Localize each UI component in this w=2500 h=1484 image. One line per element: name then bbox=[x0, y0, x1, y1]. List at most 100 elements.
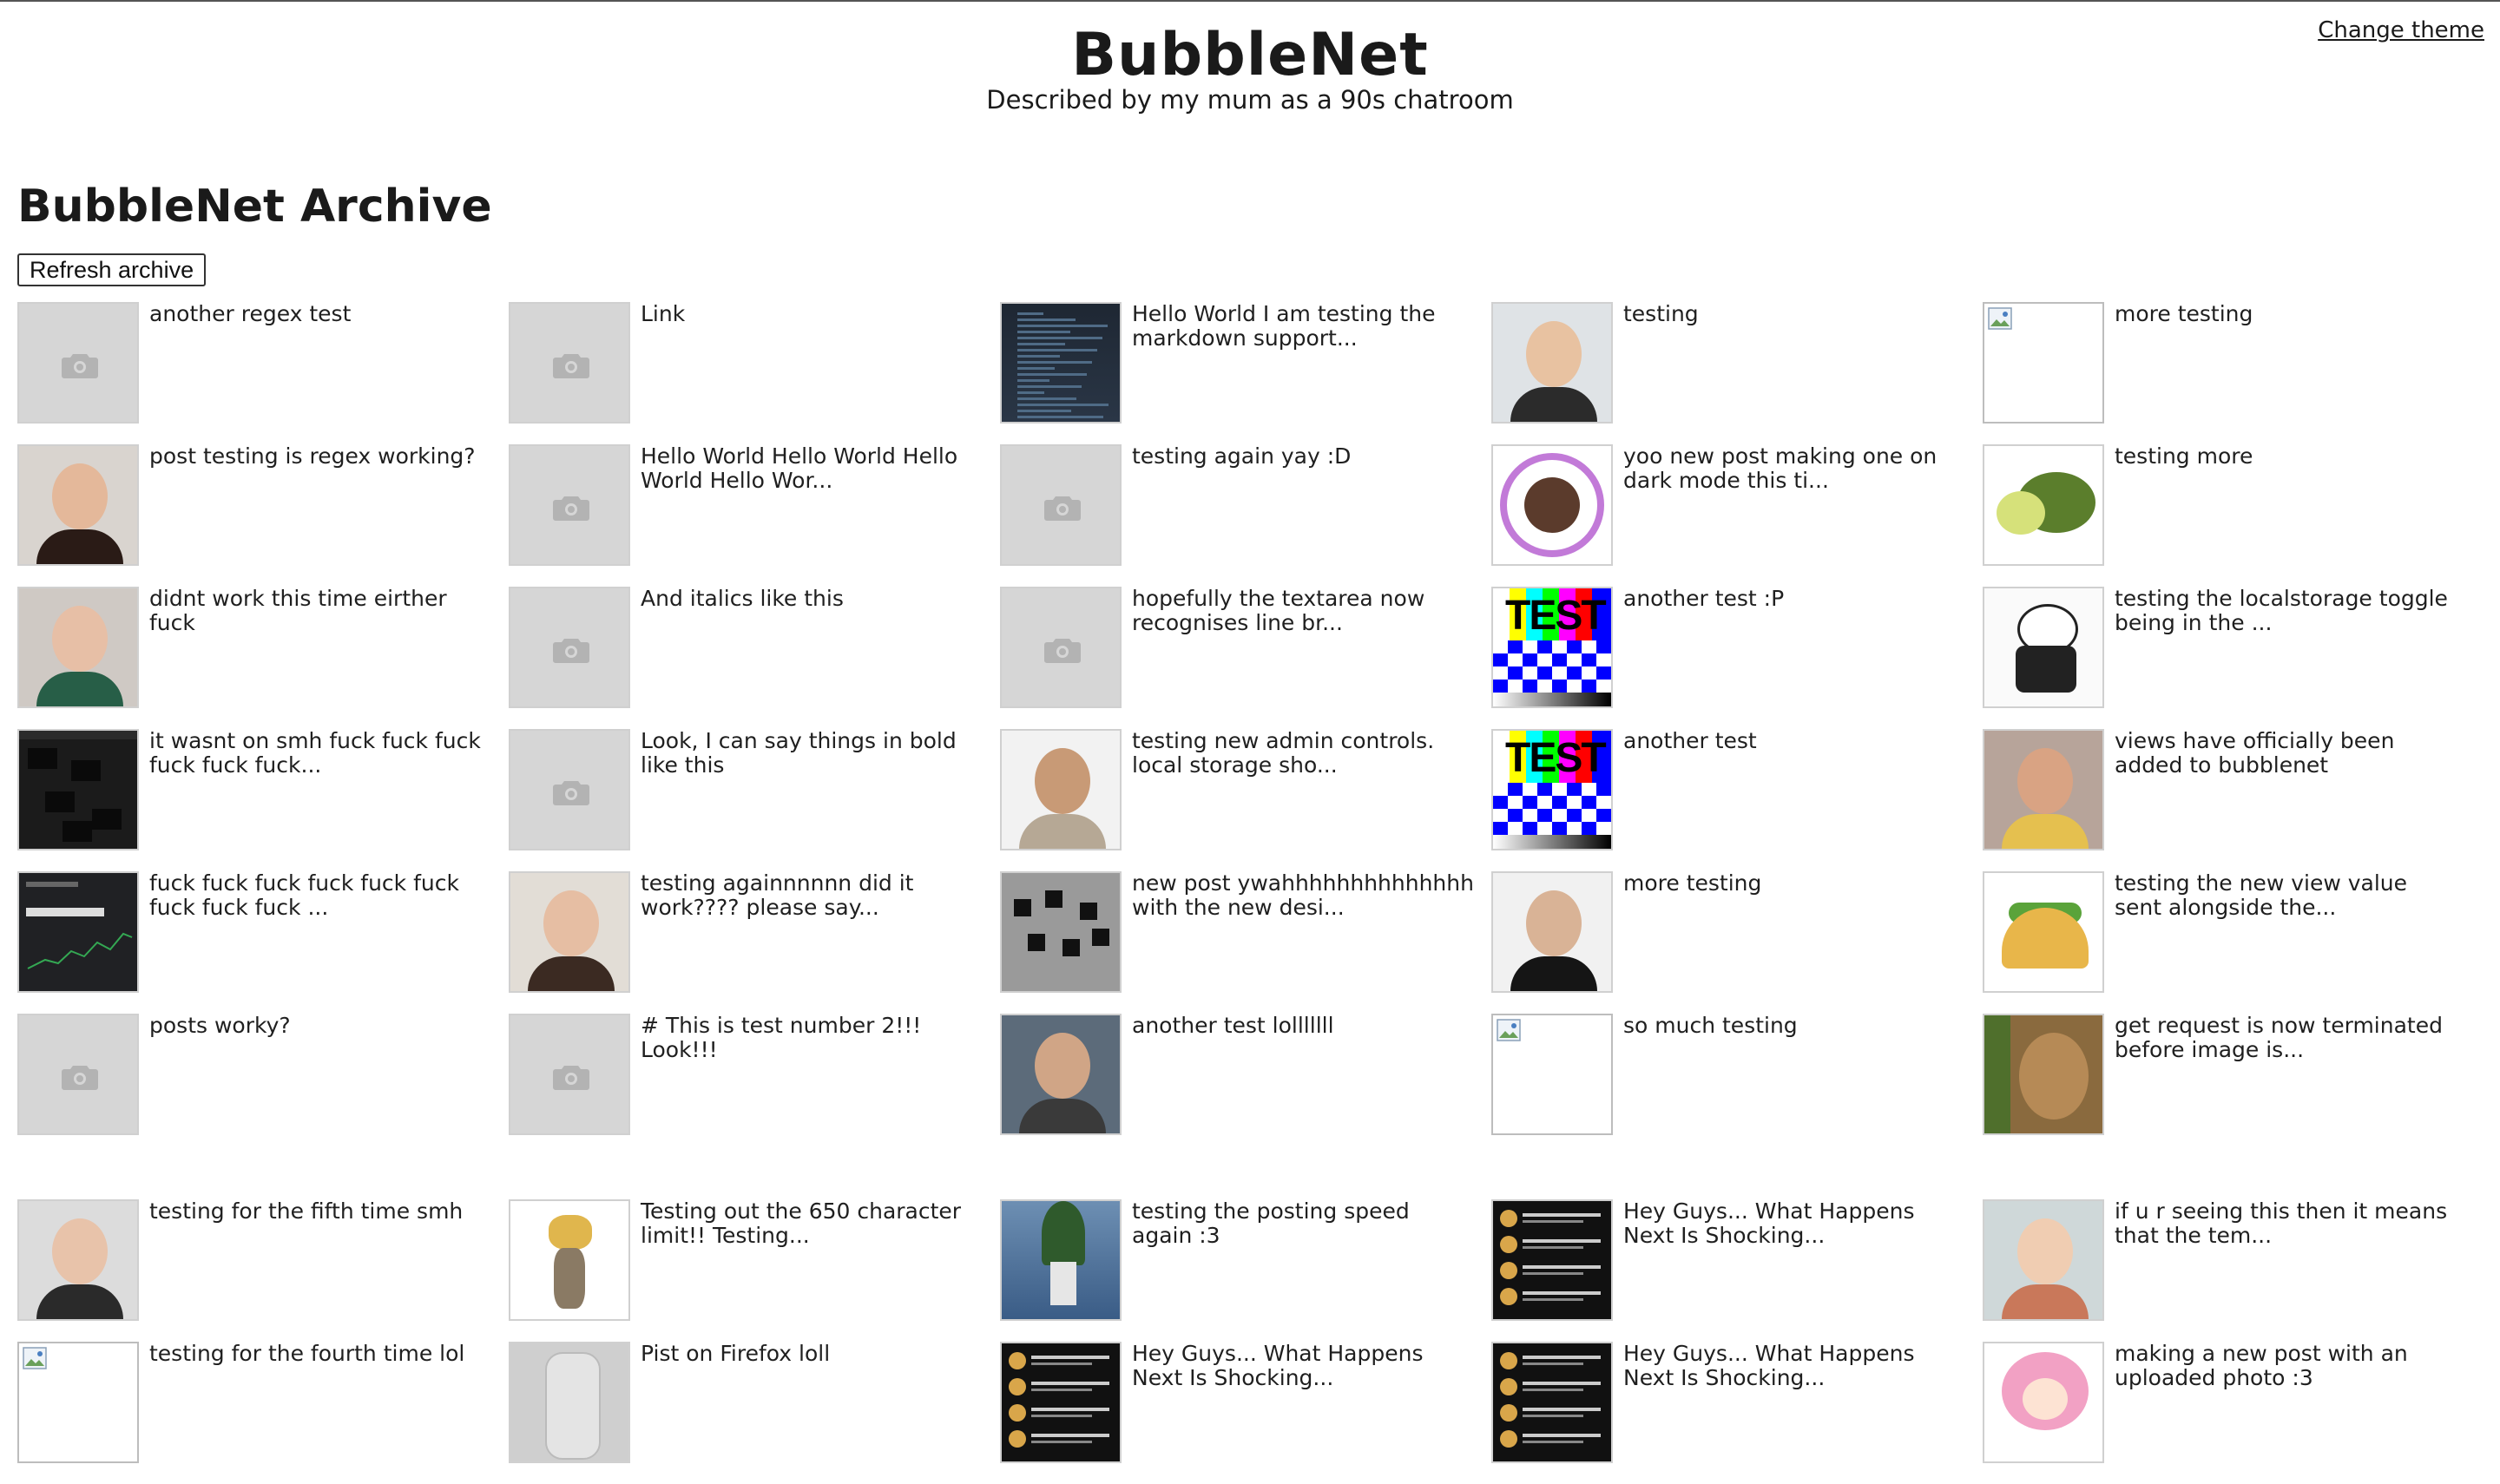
broken-image-icon bbox=[1988, 307, 2012, 330]
archive-post[interactable]: Hey Guys... What Happens Next Is Shockin… bbox=[1000, 1342, 1491, 1484]
archive-post[interactable]: so much testing bbox=[1491, 1014, 1983, 1156]
post-preview-text: fuck fuck fuck fuck fuck fuck fuck fuck … bbox=[149, 870, 459, 920]
placeholder-thumbnail[interactable] bbox=[17, 1014, 139, 1135]
archive-post[interactable]: Hello World I am testing the markdown su… bbox=[1000, 302, 1491, 444]
post-preview-text: another regex test bbox=[149, 301, 352, 326]
archive-post[interactable]: post testing is regex working? bbox=[17, 444, 509, 587]
archive-post[interactable]: get request is now terminated before ima… bbox=[1983, 1014, 2474, 1156]
code-screenshot-thumbnail[interactable] bbox=[1000, 302, 1122, 424]
archive-post[interactable]: yoo new post making one on dark mode thi… bbox=[1491, 444, 1983, 587]
archive-post[interactable]: testing more bbox=[1983, 444, 2474, 587]
post-preview-text: testing for the fourth time lol bbox=[149, 1341, 465, 1366]
taco-thumbnail[interactable] bbox=[1983, 871, 2104, 993]
test-pattern-word: TEST bbox=[1505, 593, 1607, 639]
plant-thumbnail[interactable] bbox=[1000, 1199, 1122, 1321]
archive-post[interactable]: testing the new view value sent alongsid… bbox=[1983, 871, 2474, 1014]
archive-post[interactable]: testing the localstorage toggle being in… bbox=[1983, 587, 2474, 729]
archive-post[interactable]: testing the posting speed again :3 bbox=[1000, 1199, 1491, 1342]
test-pattern-thumbnail[interactable]: TEST bbox=[1491, 729, 1613, 850]
archive-post[interactable]: Testing out the 650 character limit!! Te… bbox=[509, 1199, 1000, 1342]
archive-post[interactable]: # This is test number 2!!! Look!!! bbox=[509, 1014, 1000, 1156]
archive-post[interactable]: testing bbox=[1491, 302, 1983, 444]
stock-chart-thumbnail[interactable] bbox=[17, 871, 139, 993]
archive-post[interactable]: didnt work this time eirther fuck bbox=[17, 587, 509, 729]
archive-post[interactable]: another test lolllllll bbox=[1000, 1014, 1491, 1156]
cat-turtle-thumbnail[interactable] bbox=[1983, 444, 2104, 566]
portrait-thumbnail[interactable] bbox=[17, 444, 139, 566]
glasses-portrait-thumbnail[interactable] bbox=[1983, 1199, 2104, 1321]
placeholder-thumbnail[interactable] bbox=[17, 302, 139, 424]
site-subtitle: Described by my mum as a 90s chatroom bbox=[986, 85, 1514, 115]
man-on-phone-thumbnail[interactable] bbox=[1491, 302, 1613, 424]
archive-post[interactable]: testing for the fourth time lol bbox=[17, 1342, 509, 1484]
archive-post[interactable]: another regex test bbox=[17, 302, 509, 444]
archive-post[interactable]: if u r seeing this then it means that th… bbox=[1983, 1199, 2474, 1342]
post-preview-text: making a new post with an uploaded photo… bbox=[2115, 1341, 2408, 1390]
anime-girl-thumbnail[interactable] bbox=[1983, 1342, 2104, 1463]
archive-post[interactable]: more testing bbox=[1983, 302, 2474, 444]
archive-post[interactable]: fuck fuck fuck fuck fuck fuck fuck fuck … bbox=[17, 871, 509, 1014]
archive-post[interactable]: testing for the fifth time smh bbox=[17, 1199, 509, 1342]
archive-post[interactable]: testing again yay :D bbox=[1000, 444, 1491, 587]
archive-post[interactable]: And italics like this bbox=[509, 587, 1000, 729]
guy-standing-thumbnail[interactable] bbox=[1000, 729, 1122, 850]
placeholder-thumbnail[interactable] bbox=[509, 1014, 630, 1135]
post-preview-text: another test bbox=[1623, 728, 1757, 753]
archive-post[interactable]: views have officially been added to bubb… bbox=[1983, 729, 2474, 871]
archive-post[interactable]: Pist on Firefox loll bbox=[509, 1342, 1000, 1484]
post-preview-text: get request is now terminated before ima… bbox=[2115, 1013, 2443, 1062]
placeholder-thumbnail[interactable] bbox=[509, 587, 630, 708]
archive-title: BubbleNet Archive bbox=[17, 181, 492, 233]
placeholder-thumbnail[interactable] bbox=[1000, 587, 1122, 708]
bottle-thumbnail[interactable] bbox=[509, 1342, 630, 1463]
placeholder-thumbnail[interactable] bbox=[1000, 444, 1122, 566]
selfie-phone-thumbnail[interactable] bbox=[17, 1199, 139, 1321]
spotify-chat-thumbnail[interactable] bbox=[1000, 1342, 1122, 1463]
archive-post[interactable]: it wasnt on smh fuck fuck fuck fuck fuck… bbox=[17, 729, 509, 871]
broken-image-thumbnail[interactable] bbox=[1491, 1014, 1613, 1135]
beanie-person-thumbnail[interactable] bbox=[1000, 1014, 1122, 1135]
placeholder-thumbnail[interactable] bbox=[509, 729, 630, 850]
sleeping-man-thumbnail[interactable] bbox=[1491, 871, 1613, 993]
archive-post[interactable]: Hello World Hello World Hello World Hell… bbox=[509, 444, 1000, 587]
archive-post[interactable]: Hey Guys... What Happens Next Is Shockin… bbox=[1491, 1342, 1983, 1484]
archive-post[interactable]: Hey Guys... What Happens Next Is Shockin… bbox=[1491, 1199, 1983, 1342]
camera-icon bbox=[62, 354, 98, 378]
refresh-archive-button[interactable]: Refresh archive bbox=[17, 253, 207, 286]
archive-post[interactable]: testing new admin controls. local storag… bbox=[1000, 729, 1491, 871]
post-preview-text: Link bbox=[641, 301, 686, 326]
spotify-chat-thumbnail[interactable] bbox=[1491, 1342, 1613, 1463]
archive-post[interactable]: testing againnnnnn did it work???? pleas… bbox=[509, 871, 1000, 1014]
placeholder-thumbnail[interactable] bbox=[509, 302, 630, 424]
cards-on-table-thumbnail[interactable] bbox=[1000, 871, 1122, 993]
archive-post[interactable]: TEST another test bbox=[1491, 729, 1983, 871]
archive-post[interactable]: Link bbox=[509, 302, 1000, 444]
camera-icon bbox=[553, 354, 589, 378]
shush-portrait-thumbnail[interactable] bbox=[509, 871, 630, 993]
post-preview-text: Hey Guys... What Happens Next Is Shockin… bbox=[1132, 1341, 1424, 1390]
archive-post[interactable]: hopefully the textarea now recognises li… bbox=[1000, 587, 1491, 729]
test-pattern-thumbnail[interactable]: TEST bbox=[1491, 587, 1613, 708]
mirror-selfie-thumbnail[interactable] bbox=[1983, 729, 2104, 850]
camera-icon bbox=[1044, 639, 1081, 663]
broken-image-thumbnail[interactable] bbox=[17, 1342, 139, 1463]
camera-icon bbox=[553, 639, 589, 663]
archive-post[interactable]: new post ywahhhhhhhhhhhhhh with the new … bbox=[1000, 871, 1491, 1014]
ashley-approved-badge-thumbnail[interactable] bbox=[1491, 444, 1613, 566]
spotify-chat-thumbnail[interactable] bbox=[1491, 1199, 1613, 1321]
cat-bread-thumbnail[interactable] bbox=[509, 1199, 630, 1321]
broken-image-thumbnail[interactable] bbox=[1983, 302, 2104, 424]
cat-sketch-thumbnail[interactable] bbox=[1983, 587, 2104, 708]
archive-post[interactable]: posts worky? bbox=[17, 1014, 509, 1156]
archive-post[interactable]: Look, I can say things in bold like this bbox=[509, 729, 1000, 871]
dark-screenshot-thumbnail[interactable] bbox=[17, 729, 139, 850]
camera-icon bbox=[62, 1066, 98, 1090]
archive-post[interactable]: TEST another test :P bbox=[1491, 587, 1983, 729]
archive-post[interactable]: more testing bbox=[1491, 871, 1983, 1014]
post-preview-text: didnt work this time eirther fuck bbox=[149, 586, 447, 635]
archive-post[interactable]: making a new post with an uploaded photo… bbox=[1983, 1342, 2474, 1484]
green-hair-portrait-thumbnail[interactable] bbox=[17, 587, 139, 708]
cat-closeup-thumbnail[interactable] bbox=[1983, 1014, 2104, 1135]
change-theme-link[interactable]: Change theme bbox=[2318, 17, 2484, 43]
placeholder-thumbnail[interactable] bbox=[509, 444, 630, 566]
